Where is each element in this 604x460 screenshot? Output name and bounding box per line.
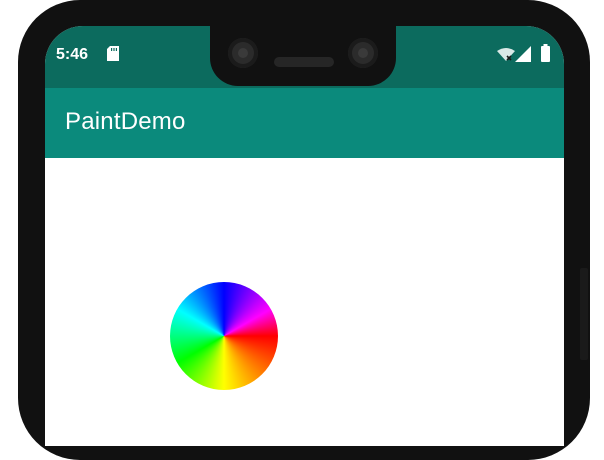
front-camera-icon: [228, 38, 258, 68]
phone-mockup: 5:46 PaintDemo: [0, 0, 604, 460]
signal-icon: [515, 46, 531, 62]
earpiece-speaker: [274, 57, 334, 67]
battery-icon: [541, 44, 550, 62]
color-wheel-drawing: [170, 282, 278, 390]
paint-canvas[interactable]: [45, 158, 564, 446]
app-title: PaintDemo: [65, 108, 186, 135]
sd-card-icon: [107, 46, 119, 61]
side-power-button: [580, 268, 588, 360]
front-sensor-icon: [348, 38, 378, 68]
status-time: 5:46: [56, 46, 89, 63]
phone-screen: 5:46 PaintDemo: [45, 26, 564, 446]
wifi-icon: [497, 48, 515, 61]
